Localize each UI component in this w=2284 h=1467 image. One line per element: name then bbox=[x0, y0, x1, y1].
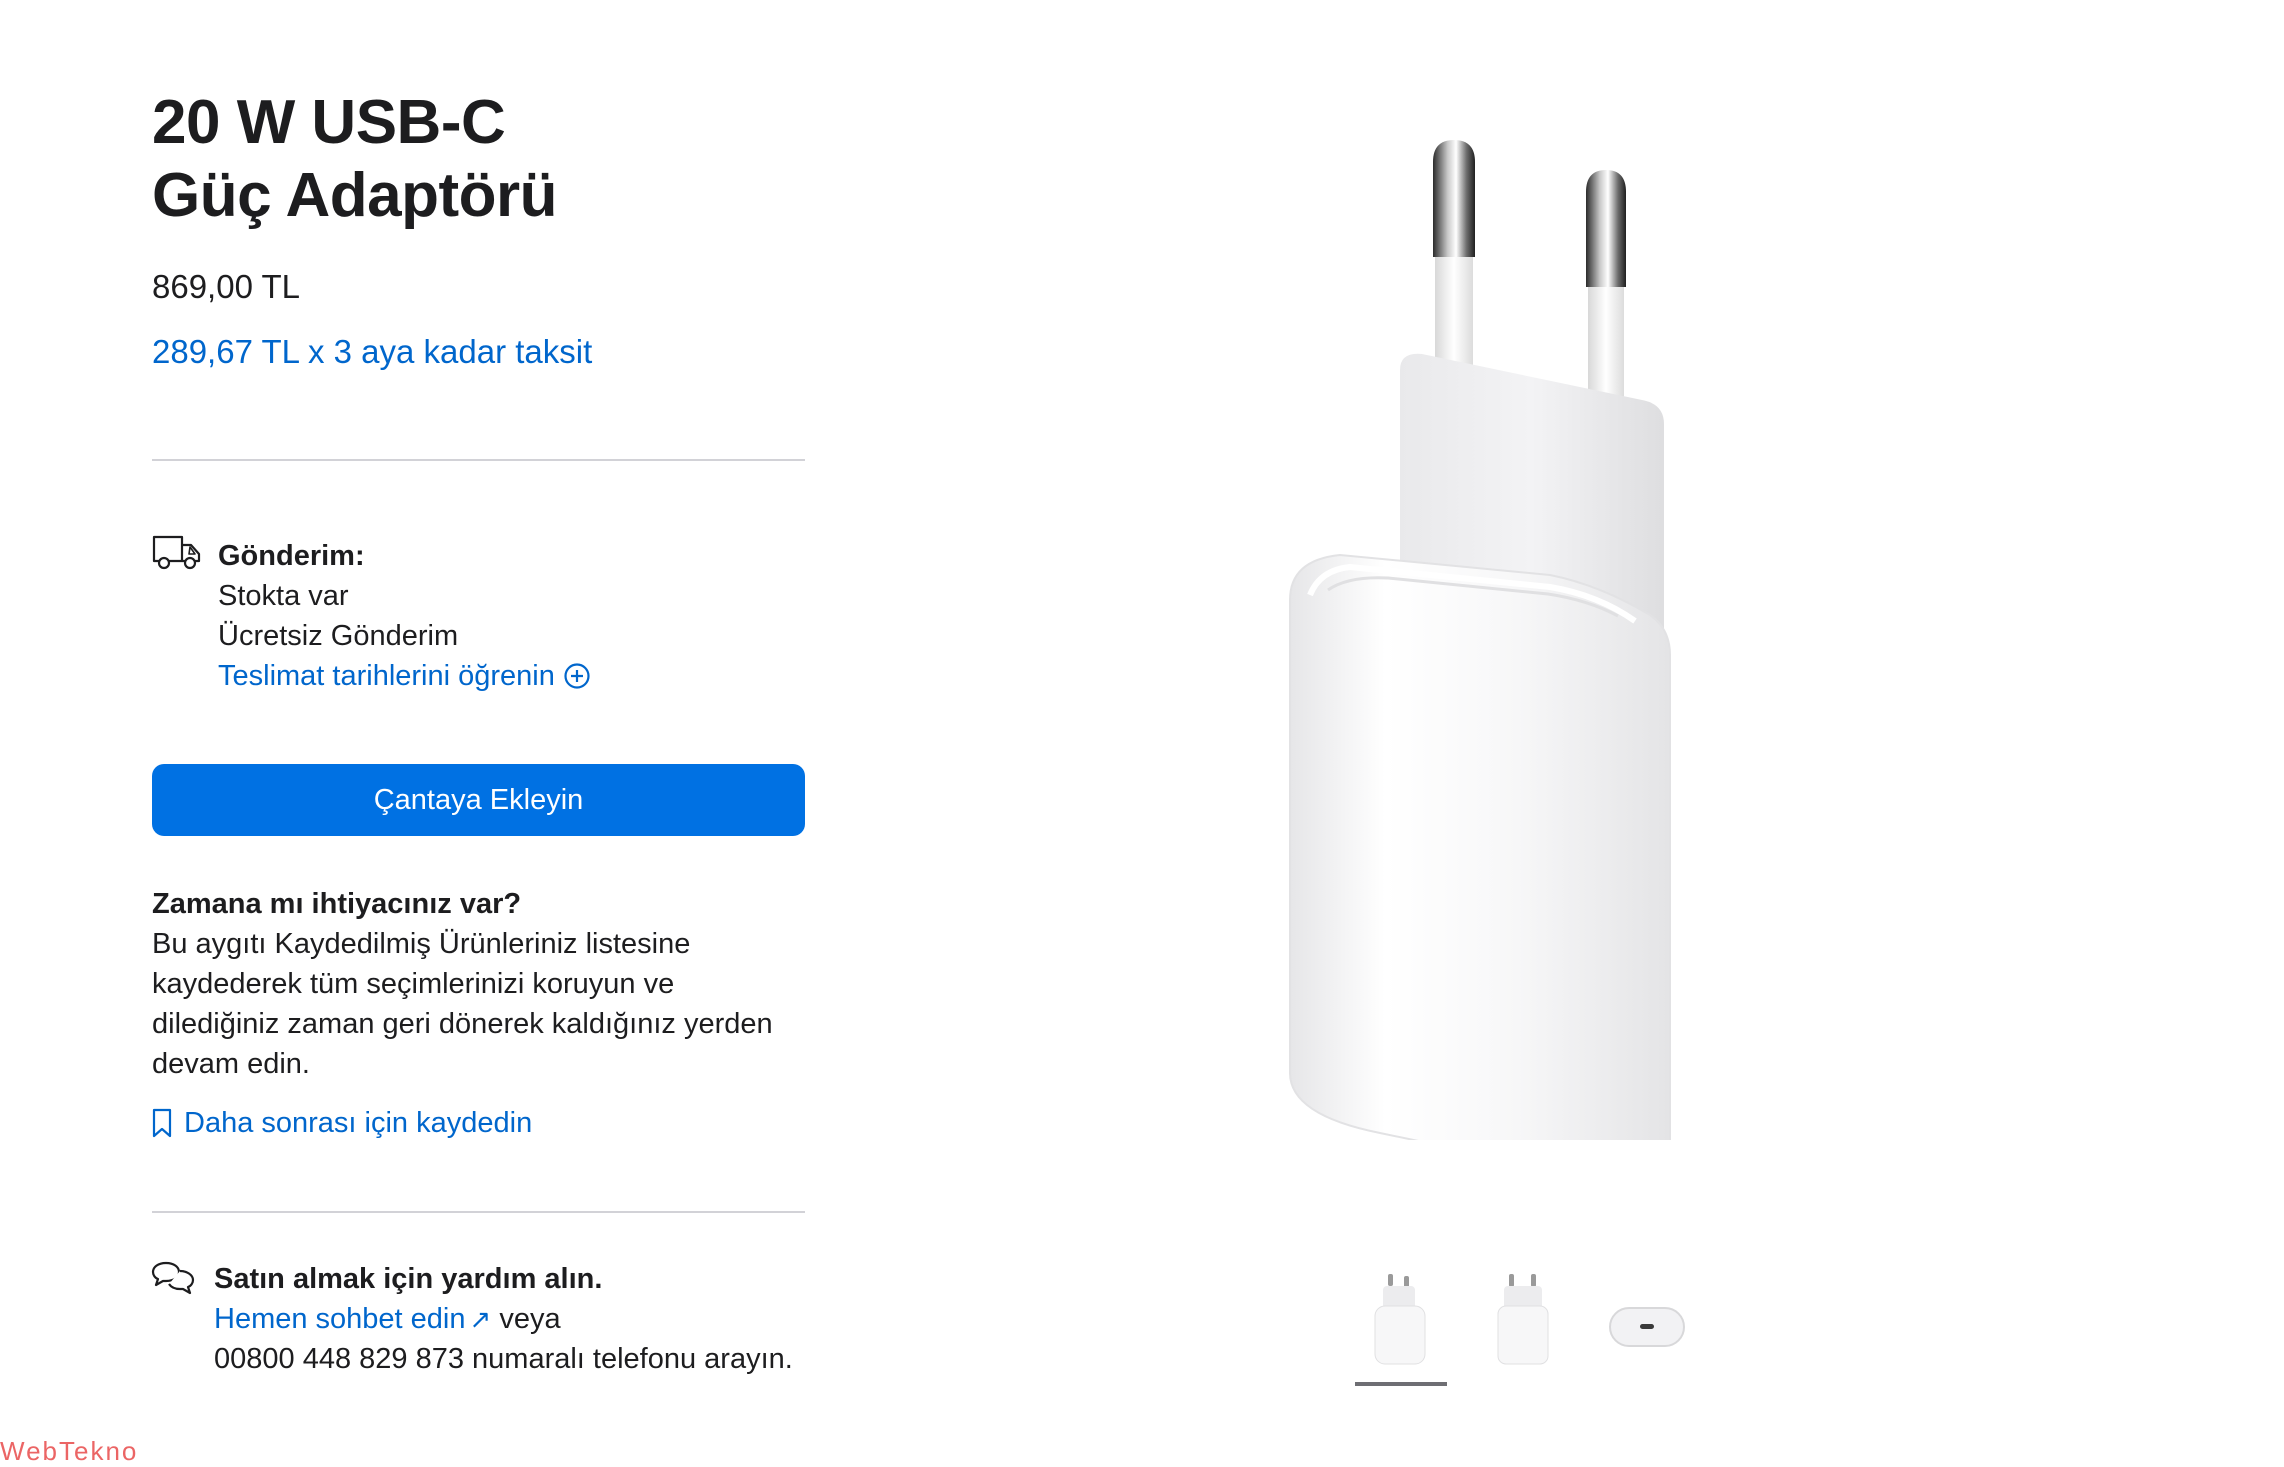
product-title: 20 W USB-C Güç Adaptörü bbox=[152, 86, 558, 232]
plus-circle-icon bbox=[564, 663, 590, 689]
product-title-line2: Güç Adaptörü bbox=[152, 161, 558, 230]
power-adapter-image bbox=[1289, 140, 1671, 1140]
purchase-help: Satın almak için yardım alın. Hemen sohb… bbox=[214, 1259, 793, 1379]
divider bbox=[152, 1211, 805, 1213]
free-shipping-text: Ücretsiz Gönderim bbox=[218, 620, 459, 652]
stock-status: Stokta var bbox=[218, 580, 349, 612]
save-for-later-section: Zamana mı ihtiyacınız var? Bu aygıtı Kay… bbox=[152, 884, 805, 1084]
help-heading: Satın almak için yardım alın. bbox=[214, 1263, 603, 1295]
plug-angle-thumbnail[interactable] bbox=[1478, 1272, 1568, 1372]
phone-text: 00800 448 829 873 numaralı telefonu aray… bbox=[214, 1343, 793, 1375]
selected-thumbnail-indicator bbox=[1355, 1382, 1447, 1386]
save-description: Bu aygıtı Kaydedilmiş Ürünleriniz listes… bbox=[152, 928, 773, 1080]
installment-link[interactable]: 289,67 TL x 3 aya kadar taksit bbox=[152, 333, 592, 371]
watermark: WebTekno bbox=[0, 1436, 139, 1466]
external-arrow-icon: ↗ bbox=[469, 1304, 492, 1334]
product-price: 869,00 TL bbox=[152, 268, 301, 305]
shipping-info: Gönderim: Stokta var Ücretsiz Gönderim T… bbox=[218, 536, 591, 696]
product-title-line1: 20 W USB-C bbox=[152, 88, 506, 157]
divider bbox=[152, 459, 805, 461]
usb-c-port-thumbnail[interactable] bbox=[1602, 1272, 1692, 1372]
save-heading: Zamana mı ihtiyacınız var? bbox=[152, 888, 522, 920]
bookmark-icon bbox=[152, 1108, 172, 1138]
save-for-later-link-label: Daha sonrası için kaydedin bbox=[184, 1107, 533, 1139]
save-for-later-link[interactable]: Daha sonrası için kaydedin bbox=[152, 1103, 532, 1143]
plug-front-thumbnail[interactable] bbox=[1355, 1272, 1445, 1372]
or-text: veya bbox=[499, 1303, 561, 1335]
shipping-label: Gönderim: bbox=[218, 540, 365, 572]
truck-icon bbox=[152, 535, 201, 570]
add-to-bag-button[interactable]: Çantaya Ekleyin bbox=[152, 764, 805, 836]
help-chat-line: Hemen sohbet edin ↗ veya bbox=[214, 1299, 793, 1339]
delivery-dates-link[interactable]: Teslimat tarihlerini öğrenin bbox=[218, 656, 591, 696]
chat-now-link[interactable]: Hemen sohbet edin ↗ bbox=[214, 1303, 491, 1335]
chat-bubbles-icon bbox=[151, 1261, 195, 1295]
delivery-dates-link-label: Teslimat tarihlerini öğrenin bbox=[218, 660, 555, 692]
chat-now-label: Hemen sohbet edin bbox=[214, 1303, 466, 1335]
gallery-thumbnails bbox=[1340, 1272, 1700, 1392]
